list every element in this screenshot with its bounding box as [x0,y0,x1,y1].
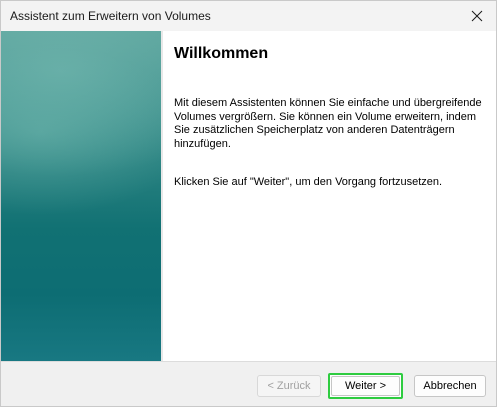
wizard-content: Willkommen Mit diesem Assistenten können… [163,31,496,361]
description-text: Mit diesem Assistenten können Sie einfac… [174,97,482,150]
back-button[interactable]: < Zurück [257,375,321,397]
next-button[interactable]: Weiter > [328,373,403,399]
next-button-label: Weiter > [331,376,400,396]
close-icon [471,10,483,22]
wizard-window: Assistent zum Erweitern von Volumes Will… [0,0,497,407]
title-bar[interactable]: Assistent zum Erweitern von Volumes [1,1,496,31]
window-title: Assistent zum Erweitern von Volumes [10,9,211,23]
close-button[interactable] [460,1,494,31]
cancel-button[interactable]: Abbrechen [414,375,486,397]
page-title: Willkommen [174,45,269,62]
instruction-text: Klicken Sie auf "Weiter", um den Vorgang… [174,176,443,188]
footer-divider [1,361,496,362]
wizard-banner-image [1,31,161,361]
